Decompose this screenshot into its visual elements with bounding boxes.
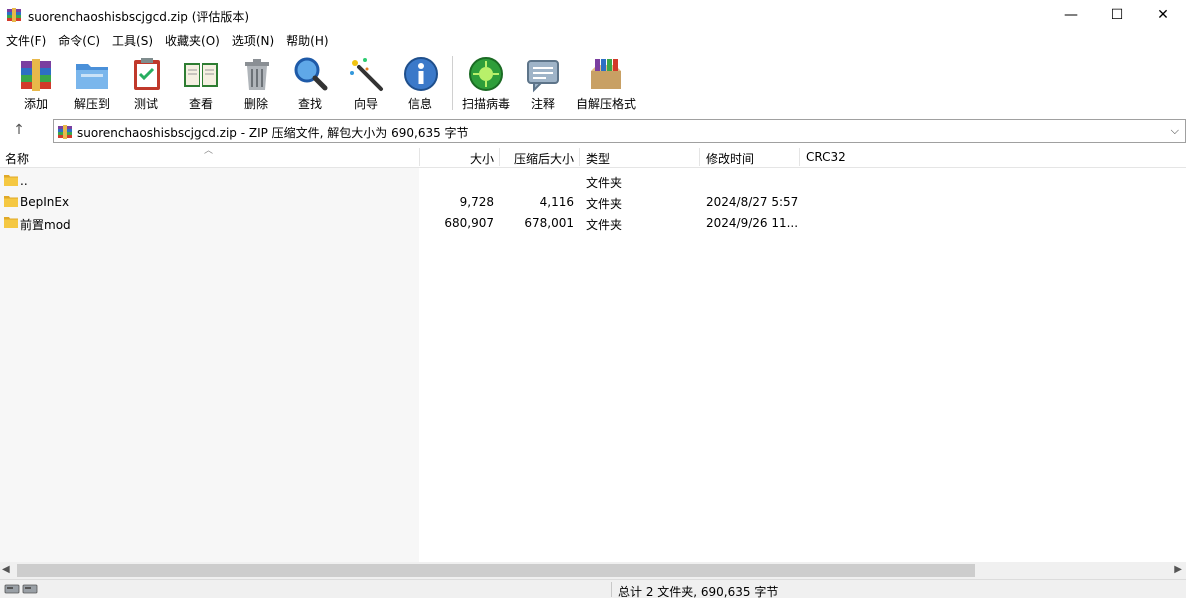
file-name: .. (20, 174, 28, 188)
window-title: suorenchaoshisbscjgcd.zip (评估版本) (28, 10, 250, 24)
winrar-app-icon[interactable] (6, 7, 22, 23)
menu-file[interactable]: 文件(F) (0, 32, 52, 49)
title-bar: suorenchaoshisbscjgcd.zip (评估版本) — ☐ ✕ (0, 0, 1186, 30)
file-size: 680,907 (444, 216, 494, 230)
minimize-icon: — (1064, 7, 1078, 23)
menu-favorites[interactable]: 收藏夹(O) (159, 32, 226, 49)
file-row-prereq-mod[interactable]: 前置mod 680,907 678,001 文件夹 2024/9/26 11..… (0, 212, 1186, 233)
sfx-label: 自解压格式 (575, 97, 636, 111)
add-button[interactable]: 添加 (16, 55, 56, 113)
folder-icon (4, 175, 18, 186)
file-type: 文件夹 (586, 218, 623, 232)
menu-commands[interactable]: 命令(C) (52, 32, 106, 49)
menu-tools[interactable]: 工具(S) (106, 32, 159, 49)
address-text: suorenchaoshisbscjgcd.zip - ZIP 压缩文件, 解包… (77, 126, 469, 140)
file-modified: 2024/8/27 5:57 (706, 195, 799, 209)
file-row-parent[interactable]: .. 文件夹 (0, 170, 1186, 191)
maximize-button[interactable]: ☐ (1094, 0, 1140, 30)
comment-label: 注释 (530, 97, 555, 111)
comment-icon (527, 60, 559, 93)
column-divider[interactable] (699, 148, 700, 166)
test-button[interactable]: 测试 (128, 55, 164, 113)
sfx-box-icon (591, 59, 621, 89)
menu-options[interactable]: 选项(N) (226, 32, 280, 49)
info-label: 信息 (407, 97, 432, 111)
column-divider[interactable] (579, 148, 580, 166)
virus-scan-label: 扫描病毒 (461, 97, 510, 111)
status-bar: 总计 2 文件夹, 690,635 字节 (0, 579, 1186, 598)
scrollbar-thumb[interactable] (17, 564, 975, 577)
wizard-label: 向导 (353, 97, 378, 111)
maximize-icon: ☐ (1110, 7, 1124, 23)
archive-icon (58, 125, 72, 139)
menu-bar: 文件(F) 命令(C) 工具(S) 收藏夹(O) 选项(N) 帮助(H) (0, 30, 1186, 50)
chevron-down-icon[interactable]: ⌵ (1171, 124, 1179, 138)
find-button[interactable]: 查找 (290, 55, 330, 113)
file-modified: 2024/9/26 11... (706, 216, 799, 230)
close-button[interactable]: ✕ (1140, 0, 1186, 30)
column-header: ︿ 名称 大小 压缩后大小 类型 修改时间 CRC32 (0, 146, 1186, 168)
test-label: 测试 (133, 97, 158, 111)
folder-icon (4, 217, 18, 228)
file-name: 前置mod (20, 218, 71, 232)
toolbar: 添加 解压到 测试 查看 删除 查找 向导 信息 扫描病毒 注释 自解压格式 (0, 50, 1186, 116)
file-size: 9,728 (459, 195, 494, 209)
column-crc32[interactable]: CRC32 (806, 150, 846, 164)
file-type: 文件夹 (586, 176, 623, 190)
column-size[interactable]: 大小 (420, 150, 494, 167)
sort-ascending-icon: ︿ (204, 146, 214, 156)
info-icon (404, 57, 438, 91)
view-book-icon (184, 63, 218, 87)
magic-wand-icon (350, 58, 383, 91)
add-archive-icon (21, 59, 51, 91)
close-icon: ✕ (1157, 7, 1169, 23)
magnifier-icon (294, 57, 328, 91)
scroll-right-icon[interactable]: ▶ (1174, 564, 1182, 575)
find-label: 查找 (297, 97, 322, 111)
file-row-bepinex[interactable]: BepInEx 9,728 4,116 文件夹 2024/8/27 5:57 (0, 191, 1186, 212)
status-summary: 总计 2 文件夹, 690,635 字节 (618, 585, 779, 598)
file-packed-size: 678,001 (524, 216, 574, 230)
view-label: 查看 (188, 97, 213, 111)
add-label: 添加 (23, 97, 48, 111)
file-name: BepInEx (20, 195, 70, 209)
delete-label: 删除 (243, 97, 268, 111)
file-type: 文件夹 (586, 197, 623, 211)
extract-to-button[interactable]: 解压到 (70, 55, 114, 113)
trash-icon (245, 59, 269, 90)
info-button[interactable]: 信息 (402, 55, 438, 113)
folder-icon (4, 196, 18, 207)
status-divider (611, 582, 612, 597)
sfx-button[interactable]: 自解压格式 (574, 55, 638, 113)
extract-to-label: 解压到 (73, 97, 110, 111)
delete-button[interactable]: 删除 (238, 55, 274, 113)
toolbar-separator (452, 56, 453, 110)
drive-icon (4, 584, 38, 594)
virus-scan-button[interactable]: 扫描病毒 (460, 55, 512, 113)
up-folder-button[interactable]: ↑ (8, 122, 30, 140)
virus-scan-icon (469, 57, 503, 91)
minimize-button[interactable]: — (1048, 0, 1094, 30)
extract-folder-icon (76, 64, 108, 89)
comment-button[interactable]: 注释 (524, 55, 562, 113)
file-packed-size: 4,116 (539, 195, 574, 209)
test-clipboard-icon (134, 58, 160, 90)
horizontal-scrollbar[interactable]: ◀ ▶ (0, 562, 1186, 579)
column-name[interactable]: 名称 (5, 150, 29, 167)
column-type[interactable]: 类型 (586, 150, 610, 167)
column-modified[interactable]: 修改时间 (706, 150, 754, 167)
column-packed-size[interactable]: 压缩后大小 (500, 150, 574, 167)
view-button[interactable]: 查看 (178, 55, 224, 113)
wizard-button[interactable]: 向导 (346, 55, 386, 113)
column-divider[interactable] (799, 148, 800, 166)
address-bar[interactable]: suorenchaoshisbscjgcd.zip - ZIP 压缩文件, 解包… (53, 119, 1186, 143)
address-row: ↑ suorenchaoshisbscjgcd.zip - ZIP 压缩文件, … (0, 116, 1186, 146)
scroll-left-icon[interactable]: ◀ (2, 564, 10, 575)
menu-help[interactable]: 帮助(H) (280, 32, 334, 49)
